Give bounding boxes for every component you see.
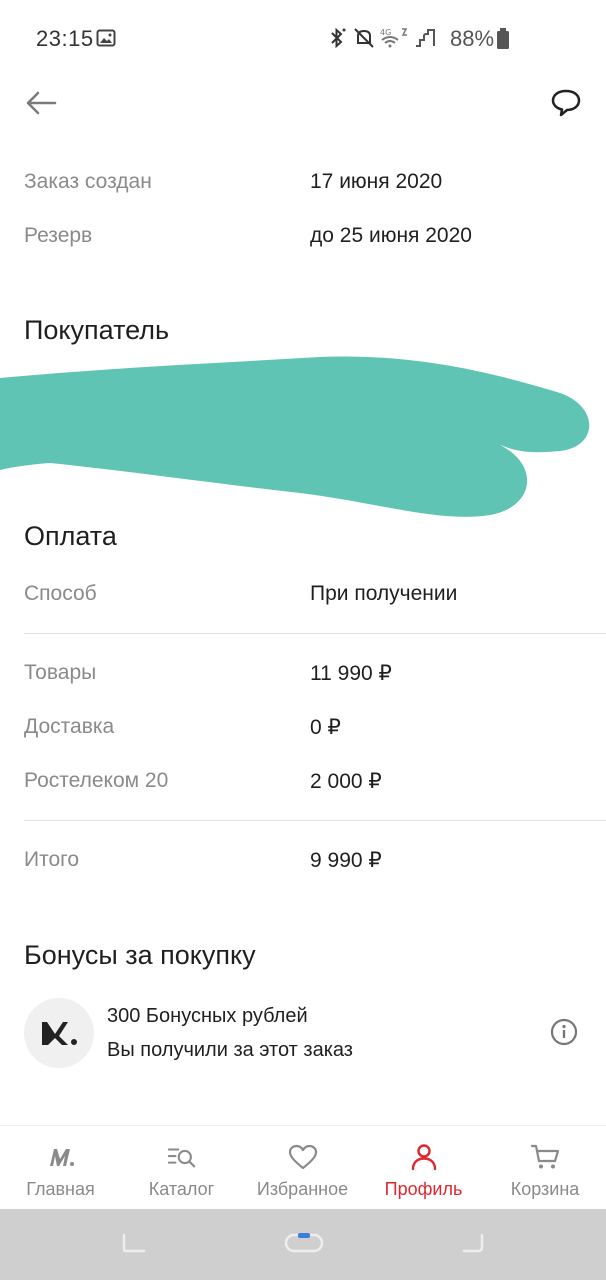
back-nav-icon [462, 1233, 484, 1253]
chat-bubble-icon [550, 88, 582, 123]
nav-item-profile[interactable]: Профиль [363, 1126, 484, 1210]
home-button[interactable] [284, 1231, 324, 1260]
battery-icon [496, 28, 510, 55]
total-value: 9 990 ₽ [310, 849, 382, 872]
system-nav-bar [0, 1209, 606, 1280]
promo-row: Ростелеком 20 2 000 ₽ [24, 769, 584, 799]
nav-label-home: Главная [26, 1179, 95, 1199]
reserve-label: Резерв [24, 224, 93, 247]
payment-method-label: Способ [24, 582, 97, 605]
delivery-label: Доставка [24, 715, 115, 738]
status-time: 23:15 [36, 26, 94, 51]
order-created-value: 17 июня 2020 [310, 170, 443, 193]
nav-label-favorites: Избранное [256, 1179, 349, 1199]
home-pill-icon [284, 1233, 324, 1253]
order-created-row: Заказ создан 17 июня 2020 [24, 170, 584, 200]
reserve-row: Резерв до 25 июня 2020 [24, 224, 584, 254]
goods-label: Товары [24, 661, 97, 684]
total-row: Итого 9 990 ₽ [24, 848, 584, 878]
bottom-nav: Главная Каталог Избранное Профиль Корзин… [0, 1125, 606, 1209]
svg-text:4G: 4G [380, 28, 391, 37]
gallery-icon [96, 29, 116, 52]
m-logo-icon [46, 1142, 76, 1172]
nav-label-profile: Профиль [384, 1179, 463, 1199]
goods-value: 11 990 ₽ [310, 662, 392, 685]
status-bar: 23:15 4G 88% [0, 0, 606, 78]
brand-logo [24, 998, 94, 1068]
divider [24, 820, 606, 821]
recent-apps-icon [122, 1233, 146, 1253]
buyer-section-title: Покупатель [24, 315, 170, 345]
delivery-value: 0 ₽ [310, 716, 341, 739]
m-logo-icon [42, 1022, 77, 1045]
back-button[interactable] [22, 86, 60, 124]
catalog-search-icon [167, 1142, 197, 1172]
person-icon [409, 1142, 439, 1172]
bonus-section-title: Бонусы за покупку [24, 940, 256, 970]
goods-row: Товары 11 990 ₽ [24, 661, 584, 691]
order-created-label: Заказ создан [24, 170, 152, 193]
info-button[interactable] [549, 1017, 579, 1047]
bluetooth-icon [326, 26, 348, 55]
mute-icon [352, 26, 376, 55]
payment-section-title: Оплата [24, 521, 117, 551]
nav-label-cart: Корзина [510, 1179, 580, 1199]
wifi-calling-icon: 4G [380, 26, 410, 55]
recent-apps-button[interactable] [120, 1231, 148, 1260]
nav-label-catalog: Каталог [148, 1179, 215, 1199]
nav-item-catalog[interactable]: Каталог [121, 1126, 242, 1210]
bonus-amount: 300 Бонусных рублей [107, 1005, 308, 1027]
nav-item-favorites[interactable]: Избранное [242, 1126, 363, 1210]
status-icons: 4G [326, 26, 440, 55]
nav-item-home[interactable]: Главная [0, 1126, 121, 1210]
promo-value: 2 000 ₽ [310, 770, 382, 793]
back-nav-button[interactable] [460, 1231, 488, 1260]
heart-icon [288, 1142, 318, 1172]
delivery-row: Доставка 0 ₽ [24, 715, 584, 745]
promo-label: Ростелеком 20 [24, 769, 169, 792]
chat-button[interactable] [546, 86, 586, 124]
battery-percent: 88% [450, 26, 495, 51]
cart-icon [530, 1142, 560, 1172]
info-icon [550, 1018, 578, 1046]
payment-method-value: При получении [310, 582, 458, 605]
bonus-description: Вы получили за этот заказ [107, 1039, 353, 1061]
reserve-value: до 25 июня 2020 [310, 224, 472, 247]
divider [24, 633, 606, 634]
total-label: Итого [24, 848, 80, 871]
nav-item-cart[interactable]: Корзина [484, 1126, 606, 1210]
payment-method-row: Способ При получении [24, 582, 584, 612]
arrow-left-icon [25, 91, 57, 120]
redaction-overlay [0, 356, 590, 517]
signal-icon [414, 26, 440, 55]
